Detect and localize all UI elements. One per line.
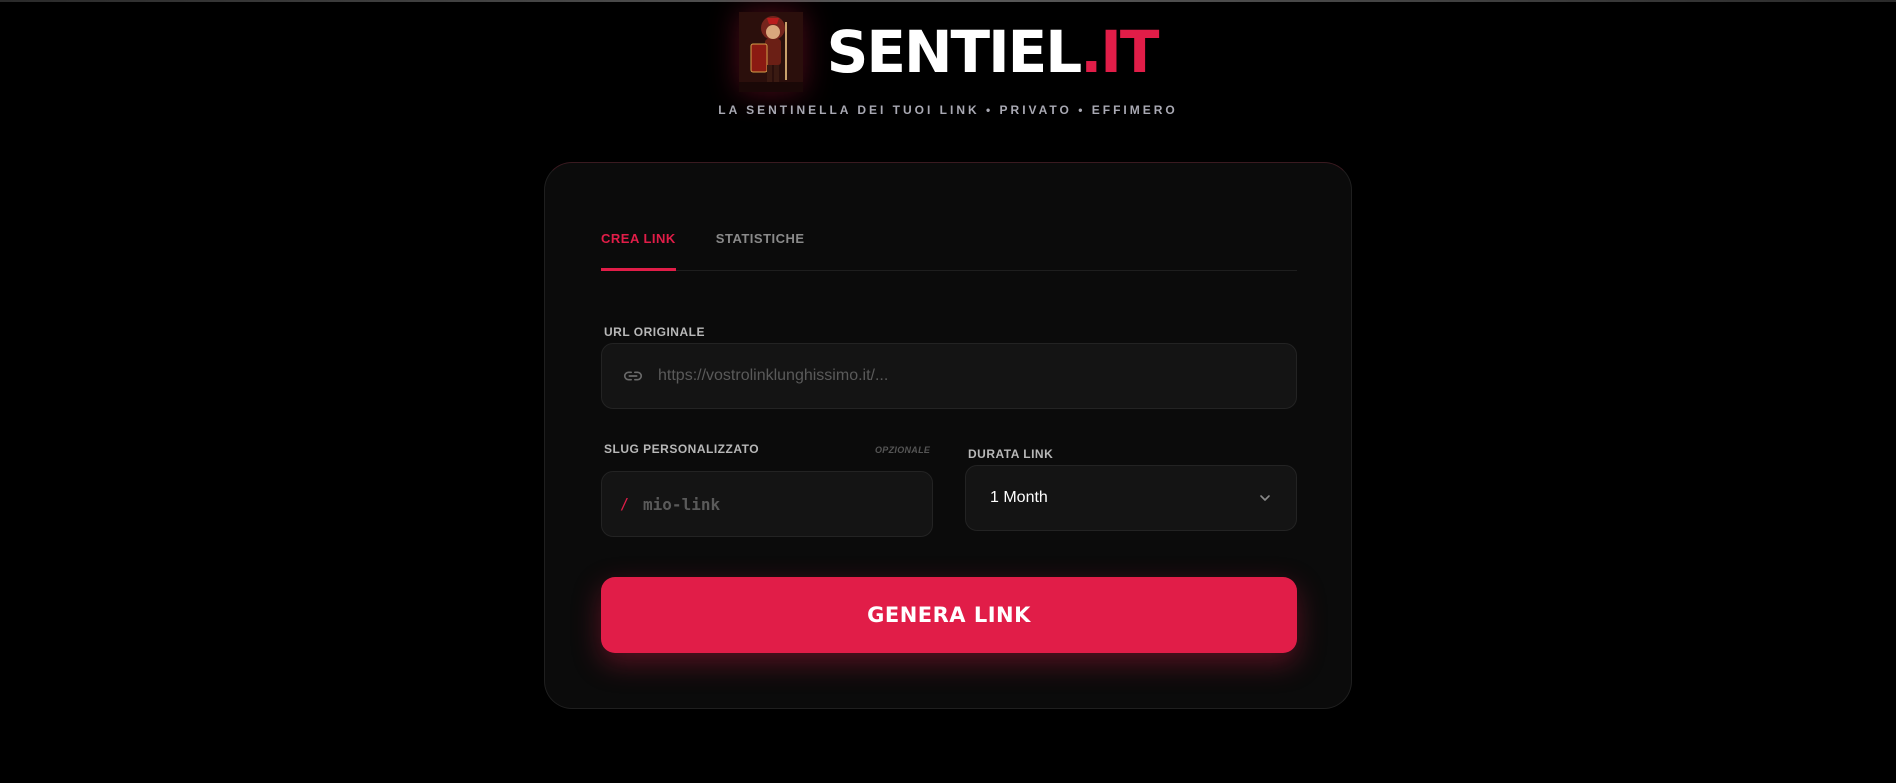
link-icon: [623, 371, 643, 381]
duration-selected-value: 1 Month: [990, 489, 1048, 506]
tagline: LA SENTINELLA DEI TUOI LINK • PRIVATO • …: [718, 103, 1178, 117]
slug-field[interactable]: /: [601, 471, 933, 537]
url-field[interactable]: [601, 343, 1297, 409]
slug-input[interactable]: [643, 494, 932, 514]
tab-crea-link[interactable]: CREA LINK: [601, 225, 676, 271]
link-form-card: CREA LINK STATISTICHE URL ORIGINALE SLUG…: [544, 162, 1352, 709]
brand-header: SENTIEL.IT: [0, 12, 1896, 92]
duration-label: DURATA LINK: [968, 447, 1054, 461]
generate-link-button[interactable]: GENERA LINK: [601, 577, 1297, 653]
tab-bar: CREA LINK STATISTICHE: [601, 225, 1297, 271]
brand-name-main: SENTIEL: [826, 18, 1083, 86]
url-input[interactable]: [658, 367, 1296, 385]
brand-name: SENTIEL.IT: [827, 23, 1160, 81]
tab-statistiche[interactable]: STATISTICHE: [716, 225, 805, 271]
duration-select[interactable]: 1 Month: [965, 465, 1297, 531]
optional-tag: OPZIONALE: [875, 445, 931, 455]
sentinel-logo-image: [738, 12, 803, 92]
url-label: URL ORIGINALE: [604, 325, 705, 339]
top-border: [0, 0, 1896, 2]
brand-name-accent: .IT: [1080, 18, 1159, 86]
slug-prefix: /: [620, 495, 630, 513]
sentinel-figure-icon: [738, 12, 803, 92]
slug-label: SLUG PERSONALIZZATO: [604, 442, 760, 456]
chevron-down-icon: [1260, 495, 1270, 501]
